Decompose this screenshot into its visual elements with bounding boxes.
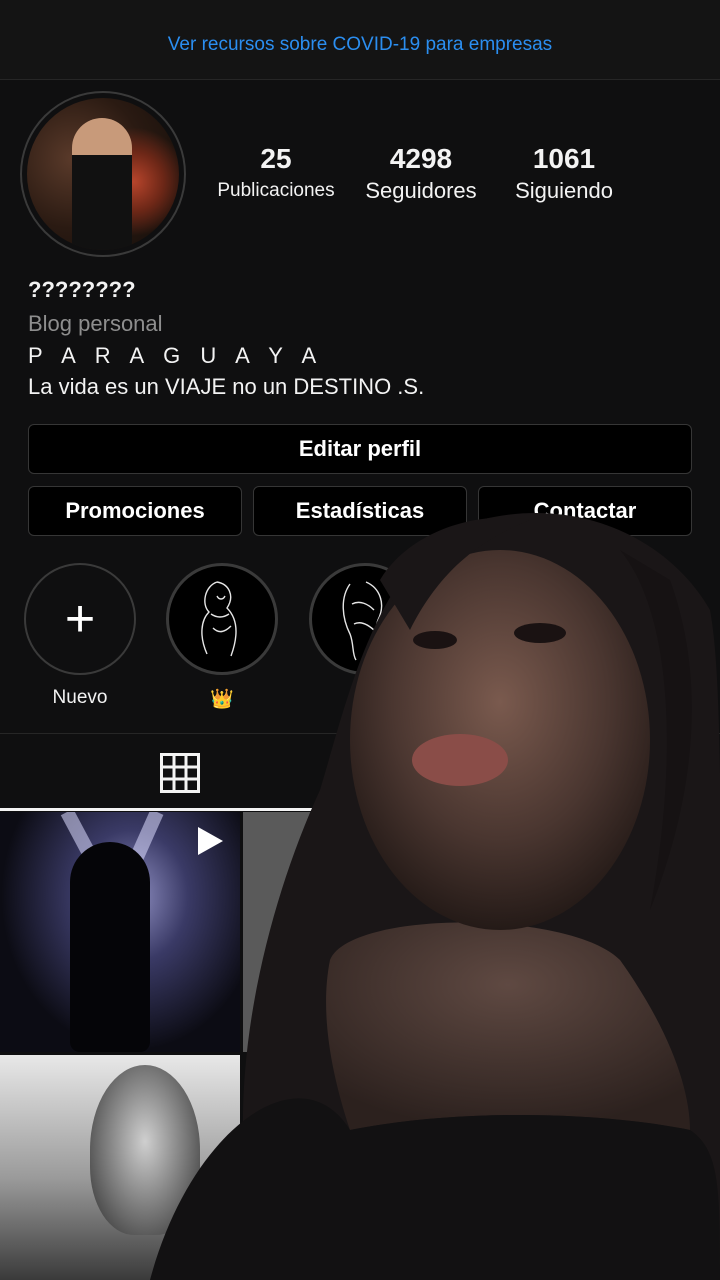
stat-following-count: 1061 [532,143,596,174]
highlight-new-label: Nuevo [52,687,108,708]
bio-line-2: La vida es un VIAJE no un DESTINO .S. [28,374,425,399]
profile-bio: ???????? Blog personal P A R A G U A Y A… [28,276,688,402]
bio-line-1: P A R A G U A Y A [28,343,324,368]
stat-following-label: Siguiendo [515,178,613,203]
highlight-new[interactable]: + Nuevo [24,563,136,709]
camera-overlay-image [150,513,720,1280]
highlight-new-circle: + [24,563,136,675]
profile-name: ???????? [28,277,136,302]
stat-posts-count: 25 [260,143,292,174]
avatar-image [27,98,179,250]
stat-followers-count: 4298 [389,143,453,174]
stat-followers[interactable]: 4298 Seguidores [353,142,489,206]
stat-posts-label: Publicaciones [217,180,335,201]
covid-resources-link[interactable]: Ver recursos sobre COVID-19 para empresa… [168,24,552,56]
profile-stats: 25 Publicaciones 4298 Seguidores 1061 Si… [205,142,629,206]
stat-posts[interactable]: 25 Publicaciones [205,142,347,206]
plus-icon: + [64,590,96,648]
edit-profile-button[interactable]: Editar perfil [28,424,692,474]
covid-banner: Ver recursos sobre COVID-19 para empresa… [0,0,720,80]
stat-followers-label: Seguidores [365,178,477,203]
stat-following[interactable]: 1061 Siguiendo [499,142,629,206]
profile-category: Blog personal [28,311,163,336]
profile-avatar[interactable] [20,91,186,257]
